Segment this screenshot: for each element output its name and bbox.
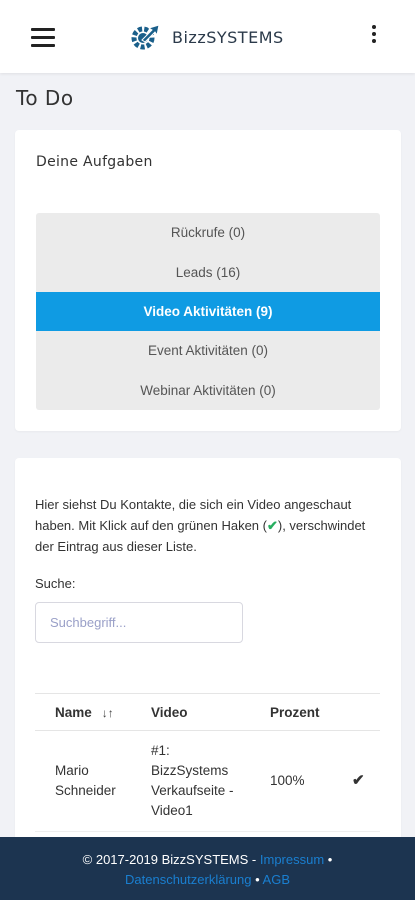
page-title: To Do [16,86,74,110]
search-label: Suche: [35,576,76,591]
tasks-card: Deine Aufgaben Rückrufe (0) Leads (16) V… [15,130,401,431]
column-header-action [332,693,380,731]
brand-name: BizzSYSTEMS [172,27,284,47]
task-item-rueckrufe[interactable]: Rückrufe (0) [36,213,380,252]
column-header-percent[interactable]: Prozent [250,693,332,731]
check-inline-icon: ✔ [266,518,278,533]
column-header-video[interactable]: Video [131,693,250,731]
table-row: Mario Schneider #1: BizzSystems Verkaufs… [35,730,380,832]
cell-video: #1: BizzSystems Verkaufseite - Video1 [131,730,250,832]
task-item-event-aktivitaeten[interactable]: Event Aktivitäten (0) [36,331,380,370]
task-item-webinar-aktivitaeten[interactable]: Webinar Aktivitäten (0) [36,371,380,410]
column-label-percent: Prozent [270,704,320,720]
cell-name: Mario Schneider [35,730,131,832]
tasks-heading: Deine Aufgaben [36,154,153,170]
task-category-list: Rückrufe (0) Leads (16) Video Aktivitäte… [36,213,380,410]
brand-logo[interactable]: BizzSYSTEMS [128,20,284,54]
footer-copyright: © 2017-2019 BizzSYSTEMS [82,852,249,867]
kebab-menu-icon[interactable] [368,25,380,47]
cell-percent: 100% [250,730,332,832]
checkmark-icon[interactable]: ✔ [332,730,380,832]
sort-ascending-icon[interactable]: ↓↑ [102,706,114,720]
hamburger-menu-icon[interactable] [31,28,55,48]
footer-link-impressum[interactable]: Impressum [260,852,324,867]
top-app-bar: BizzSYSTEMS [0,0,415,73]
footer-link-datenschutz[interactable]: Datenschutzerklärung [125,872,251,887]
footer: © 2017-2019 BizzSYSTEMS - Impressum • Da… [0,837,415,900]
column-label-video: Video [151,704,188,720]
contacts-table: Name ↓↑ Video Prozent Mario Schneider #1:… [35,693,380,832]
contacts-card: Hier siehst Du Kontakte, die sich ein Vi… [15,458,401,858]
footer-link-agb[interactable]: AGB [263,872,290,887]
search-input[interactable] [35,602,243,643]
column-label-name: Name [55,704,92,720]
column-header-name[interactable]: Name ↓↑ [35,693,131,731]
footer-separator: • [324,852,333,867]
task-item-leads[interactable]: Leads (16) [36,252,380,291]
footer-separator: • [251,872,263,887]
task-item-video-aktivitaeten[interactable]: Video Aktivitäten (9) [36,291,380,332]
table-header-row: Name ↓↑ Video Prozent [35,693,380,731]
contacts-info-text: Hier siehst Du Kontakte, die sich ein Vi… [35,494,383,557]
gear-arrow-logo-icon [131,24,160,50]
footer-separator: - [248,852,260,867]
